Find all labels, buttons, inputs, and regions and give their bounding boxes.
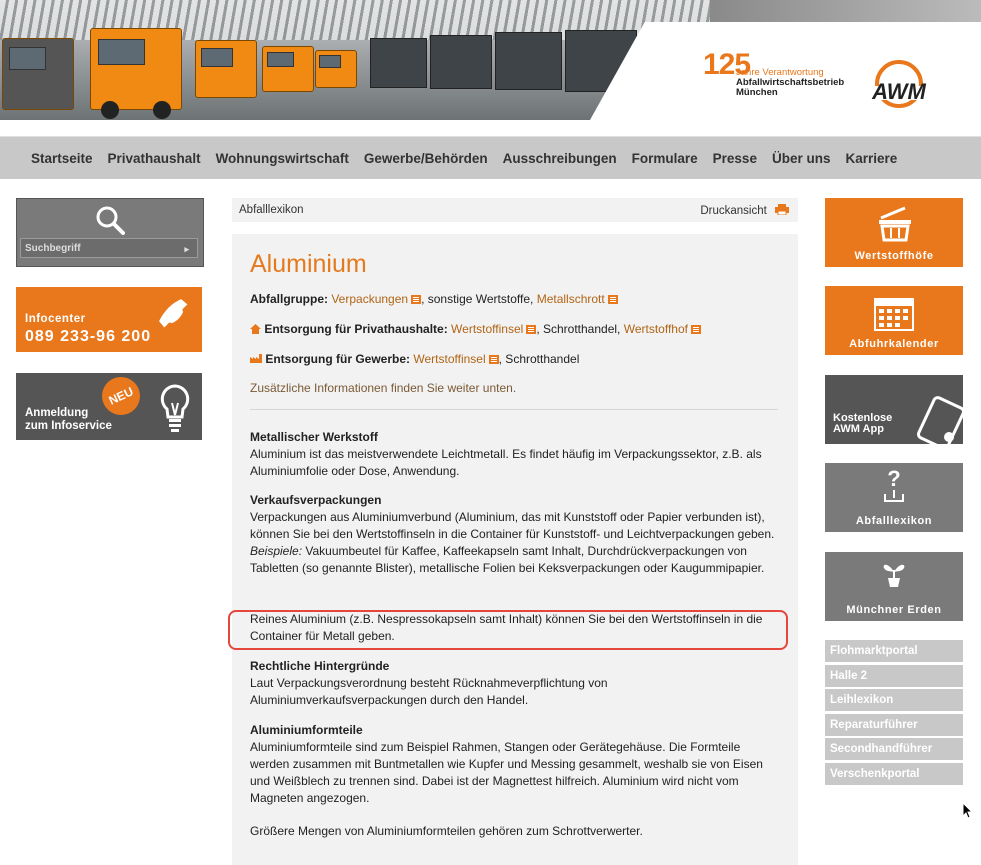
factory-icon bbox=[250, 354, 262, 363]
sidebar-link-list: Flohmarktportal Halle 2 Leihlexikon Repa… bbox=[825, 640, 963, 787]
section-metallischer-werkstoff: Metallischer Werkstoff Aluminium ist das… bbox=[250, 430, 762, 478]
plant-pot-icon bbox=[883, 564, 905, 587]
abfallgruppe-line: Abfallgruppe: Verpackungen, sonstige Wer… bbox=[250, 292, 618, 306]
truck-orange-3 bbox=[262, 46, 314, 92]
search-box: Suchbegriff ▸ bbox=[16, 198, 204, 267]
article-content: Aluminium Abfallgruppe: Verpackungen, so… bbox=[232, 234, 798, 865]
infoservice-label: Anmeldung zum Infoservice bbox=[25, 407, 112, 432]
svg-text:?: ? bbox=[887, 468, 900, 491]
nav-wohnungswirtschaft[interactable]: Wohnungswirtschaft bbox=[216, 151, 349, 166]
phone-icon bbox=[159, 299, 188, 328]
link-flohmarktportal[interactable]: Flohmarktportal bbox=[825, 640, 963, 662]
infoservice-tile[interactable]: NEU Anmeldung zum Infoservice bbox=[16, 370, 202, 440]
link-metallschrott[interactable]: Metallschrott bbox=[537, 292, 605, 306]
breadcrumb[interactable]: Abfalllexikon bbox=[239, 204, 304, 216]
nav-startseite[interactable]: Startseite bbox=[31, 151, 93, 166]
search-submit-arrow-icon[interactable]: ▸ bbox=[184, 239, 189, 259]
infocenter-title: Infocenter bbox=[25, 313, 86, 325]
section-verkaufsverpackungen: Verkaufsverpackungen Verpackungen aus Al… bbox=[250, 493, 775, 575]
info-list-icon[interactable] bbox=[690, 325, 701, 334]
lightbulb-icon bbox=[160, 384, 190, 432]
link-wertstoffinsel-gewerbe[interactable]: Wertstoffinsel bbox=[413, 352, 485, 366]
gewerbe-line: Entsorgung für Gewerbe: Wertstoffinsel, … bbox=[250, 352, 579, 366]
awm-app-tile[interactable]: Kostenlose AWM App bbox=[825, 375, 963, 444]
abfalllexikon-tile[interactable]: ? Abfalllexikon bbox=[825, 463, 963, 532]
old-truck-1 bbox=[370, 38, 427, 88]
old-truck-2 bbox=[430, 35, 492, 89]
nav-presse[interactable]: Presse bbox=[713, 151, 757, 166]
svg-text:AWM: AWM bbox=[871, 79, 926, 104]
nav-karriere[interactable]: Karriere bbox=[845, 151, 897, 166]
wertstoffhoefe-label: Wertstoffhöfe bbox=[854, 250, 934, 262]
truck-orange-4 bbox=[315, 50, 357, 88]
divider bbox=[250, 409, 778, 410]
truck-dark bbox=[2, 38, 74, 110]
link-halle-2[interactable]: Halle 2 bbox=[825, 664, 963, 687]
breadcrumb-bar: Abfalllexikon Druckansicht bbox=[232, 198, 798, 222]
smartphone-icon bbox=[917, 396, 963, 444]
link-wertstoffhof[interactable]: Wertstoffhof bbox=[624, 322, 688, 336]
section-groessere-mengen: Größere Mengen von Aluminiumformteilen g… bbox=[250, 824, 643, 838]
link-reparaturfuehrer[interactable]: Reparaturführer bbox=[825, 713, 963, 736]
truck-orange-2 bbox=[195, 40, 257, 98]
info-list-icon[interactable] bbox=[607, 295, 618, 304]
abfuhrkalender-label: Abfuhrkalender bbox=[849, 338, 939, 350]
info-list-icon[interactable] bbox=[411, 295, 422, 304]
link-wertstoffinsel-privat[interactable]: Wertstoffinsel bbox=[451, 322, 523, 336]
search-icon[interactable] bbox=[95, 205, 125, 235]
mouse-cursor-icon bbox=[962, 802, 974, 819]
main-navigation: Startseite Privathaushalt Wohnungswirtsc… bbox=[0, 136, 981, 179]
calendar-icon bbox=[874, 298, 914, 331]
link-verschenkportal[interactable]: Verschenkportal bbox=[825, 762, 963, 785]
nav-formulare[interactable]: Formulare bbox=[632, 151, 698, 166]
wertstoffhoefe-tile[interactable]: Wertstoffhöfe bbox=[825, 198, 963, 267]
question-download-icon: ? bbox=[884, 468, 904, 502]
nav-gewerbe-behoerden[interactable]: Gewerbe/Behörden bbox=[364, 151, 488, 166]
print-view-button[interactable]: Druckansicht bbox=[700, 204, 789, 217]
abfalllexikon-label: Abfalllexikon bbox=[855, 515, 933, 527]
awm-logo[interactable]: AWM bbox=[855, 58, 943, 108]
jubilee-text: Jahre Verantwortung Abfallwirtschaftsbet… bbox=[736, 67, 845, 98]
infocenter-phone[interactable]: 089 233-96 200 bbox=[25, 328, 151, 346]
house-icon bbox=[250, 324, 261, 334]
additional-info-link[interactable]: Zusätzliche Informationen finden Sie wei… bbox=[250, 381, 516, 395]
link-leihlexikon[interactable]: Leihlexikon bbox=[825, 689, 963, 711]
section-aluminiumformteile: Aluminiumformteile Aluminiumformteile si… bbox=[250, 723, 763, 805]
muenchner-erden-label: Münchner Erden bbox=[846, 604, 942, 616]
info-list-icon[interactable] bbox=[488, 355, 499, 364]
search-input[interactable]: Suchbegriff ▸ bbox=[20, 238, 198, 258]
awm-app-label: Kostenlose AWM App bbox=[833, 412, 893, 435]
link-secondhandfuehrer[interactable]: Secondhandführer bbox=[825, 738, 963, 760]
basket-icon bbox=[879, 206, 911, 242]
print-icon bbox=[775, 204, 789, 215]
infocenter-tile[interactable]: Infocenter 089 233-96 200 bbox=[16, 287, 202, 352]
info-list-icon[interactable] bbox=[526, 325, 537, 334]
link-verpackungen[interactable]: Verpackungen bbox=[331, 292, 408, 306]
old-truck-3 bbox=[495, 32, 562, 90]
header: 125 Jahre Verantwortung Abfallwirtschaft… bbox=[0, 0, 981, 135]
highlight-annotation bbox=[228, 610, 788, 650]
truck-orange-1 bbox=[90, 28, 182, 119]
section-rechtliche-hintergruende: Rechtliche Hintergründe Laut Verpackungs… bbox=[250, 659, 608, 707]
abfuhrkalender-tile[interactable]: Abfuhrkalender bbox=[825, 286, 963, 355]
nav-privathaushalt[interactable]: Privathaushalt bbox=[108, 151, 201, 166]
privathaushalte-line: Entsorgung für Privathaushalte: Wertstof… bbox=[250, 322, 701, 336]
nav-ausschreibungen[interactable]: Ausschreibungen bbox=[503, 151, 617, 166]
muenchner-erden-tile[interactable]: Münchner Erden bbox=[825, 552, 963, 621]
nav-ueber-uns[interactable]: Über uns bbox=[772, 151, 831, 166]
page-title: Aluminium bbox=[250, 250, 367, 278]
